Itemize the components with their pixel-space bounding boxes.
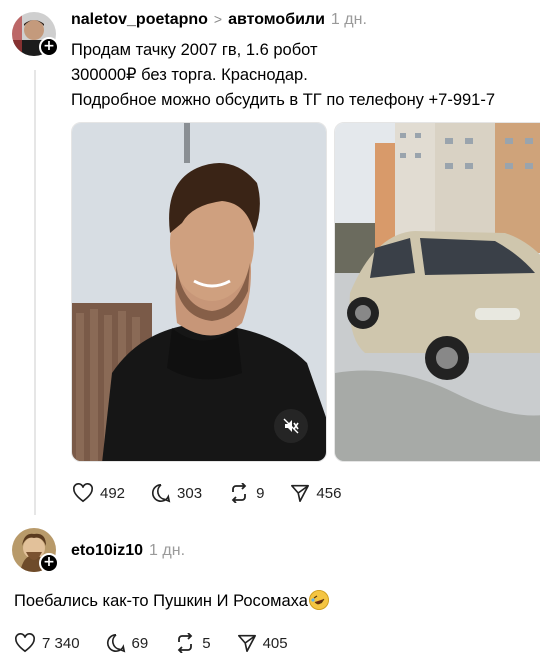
post-video[interactable] <box>71 122 327 462</box>
post-time: 1 дн. <box>330 11 367 28</box>
post-topic[interactable]: автомобили <box>228 11 325 28</box>
post-line-1: Продам тачку 2007 гв, 1.6 робот <box>71 41 318 59</box>
reply-follow-plus-icon[interactable]: + <box>39 553 59 573</box>
comment-bubble-icon <box>152 483 171 503</box>
like-button[interactable]: 492 <box>72 483 125 503</box>
reply-actions: 7 340 69 5 405 <box>14 633 314 653</box>
reply-like-count: 7 340 <box>42 634 80 652</box>
heart-icon <box>73 483 93 503</box>
comment-button[interactable]: 303 <box>151 483 202 503</box>
speaker-muted-icon <box>283 418 299 434</box>
reply-share-count: 405 <box>262 634 288 652</box>
reply-like-button[interactable]: 7 340 <box>14 633 80 653</box>
reply-username[interactable]: eto10iz10 <box>71 542 143 559</box>
comment-bubble-icon <box>106 633 125 653</box>
follow-plus-icon[interactable]: + <box>39 37 59 57</box>
reply-time: 1 дн. <box>149 542 186 559</box>
reply-repost-count: 5 <box>202 634 211 652</box>
like-count: 492 <box>100 484 126 502</box>
mute-button[interactable] <box>274 409 308 443</box>
repost-icon <box>177 633 193 653</box>
reply-repost-button[interactable]: 5 <box>174 633 211 653</box>
chevron-right-icon: > <box>213 11 223 27</box>
post-line-3: Подробное можно обсудить в ТГ по телефон… <box>71 91 496 109</box>
post-line-2: 300000₽ без торга. Краснодар. <box>71 66 308 84</box>
post-actions: 492 303 9 456 <box>72 483 367 503</box>
reply-comment-count: 69 <box>131 634 149 652</box>
send-icon <box>291 484 310 502</box>
repost-count: 9 <box>256 484 265 502</box>
heart-icon <box>15 633 35 653</box>
send-icon <box>237 634 256 652</box>
repost-button[interactable]: 9 <box>228 483 264 503</box>
reply-header: eto10iz10 1 дн. <box>71 542 185 560</box>
comment-count: 303 <box>177 484 203 502</box>
share-button[interactable]: 456 <box>290 483 341 503</box>
reply-comment-button[interactable]: 69 <box>106 633 149 653</box>
post-text: Продам тачку 2007 гв, 1.6 робот 300000₽ … <box>71 38 540 113</box>
thread-line <box>34 70 36 515</box>
reply-text: Поебались как-то Пушкин И Росомаха <box>14 590 329 611</box>
rolling-on-floor-laughing-emoji <box>308 590 329 610</box>
post-photo-car[interactable] <box>334 122 540 462</box>
post-username[interactable]: naletov_poetapno <box>71 11 208 28</box>
share-count: 456 <box>316 484 342 502</box>
repost-icon <box>231 483 247 503</box>
post-header: naletov_poetapno > автомобили 1 дн. <box>71 11 367 29</box>
reply-text-content: Поебались как-то Пушкин И Росомаха <box>14 592 308 610</box>
reply-share-button[interactable]: 405 <box>237 633 288 653</box>
